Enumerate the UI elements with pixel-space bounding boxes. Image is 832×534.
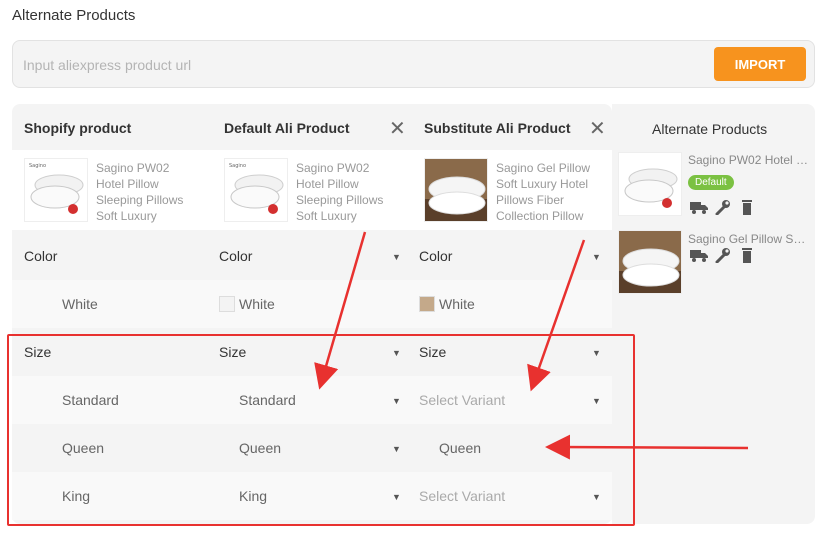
annotation-arrow (314, 231, 367, 390)
trash-icon[interactable] (738, 199, 756, 220)
alternate-product-name: Sagino PW02 Hotel … (688, 153, 808, 167)
default-badge: Default (688, 175, 734, 190)
alternate-product-image[interactable] (618, 230, 682, 294)
truck-icon[interactable] (690, 247, 708, 268)
trash-icon[interactable] (738, 247, 756, 268)
annotation-arrow (545, 434, 749, 460)
alternate-product-image[interactable] (618, 152, 682, 216)
alternate-product-actions (690, 199, 756, 220)
wrench-icon[interactable] (714, 247, 732, 268)
truck-icon[interactable] (690, 199, 708, 220)
alternate-product-actions (690, 247, 756, 268)
annotation-arrow (527, 239, 586, 392)
wrench-icon[interactable] (714, 199, 732, 220)
alternate-product-name: Sagino Gel Pillow S… (688, 232, 806, 246)
